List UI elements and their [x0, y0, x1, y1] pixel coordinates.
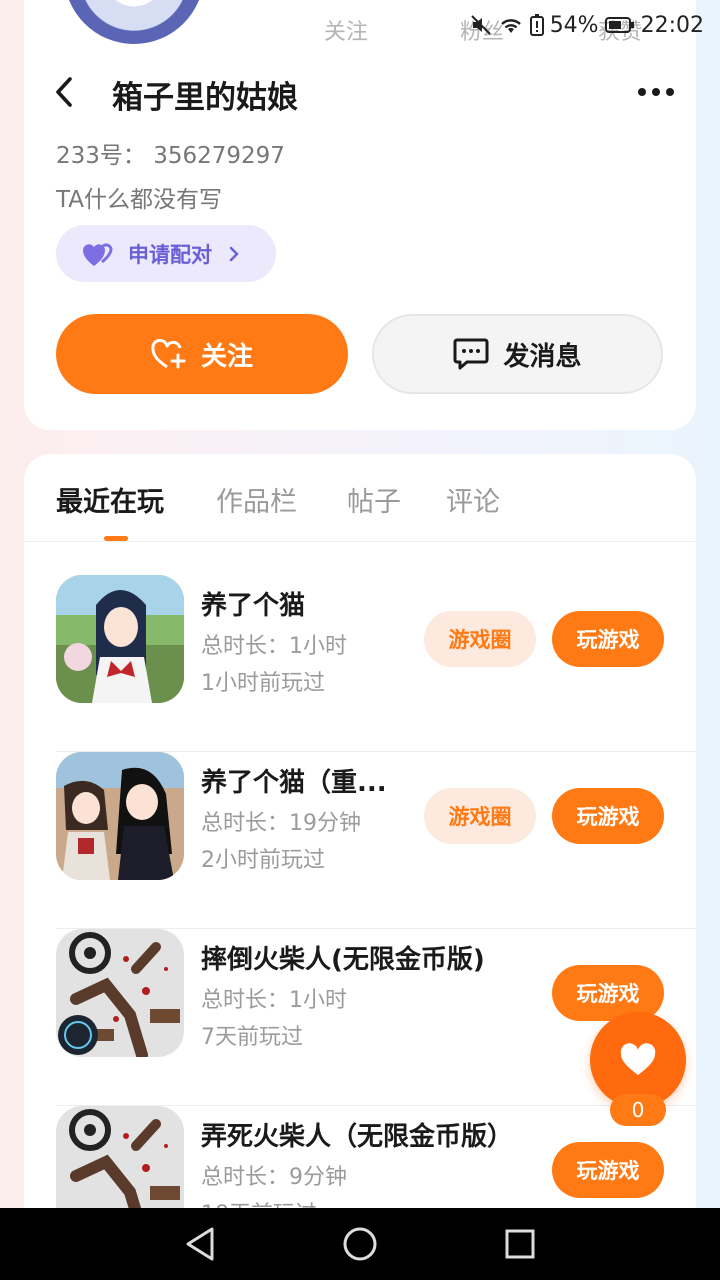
send-message-button[interactable]: 发消息: [372, 314, 663, 394]
tab-comments[interactable]: 评论: [446, 480, 500, 519]
system-nav-bar: [0, 1208, 720, 1280]
game-icon[interactable]: [56, 575, 184, 703]
game-duration: 总时长：1小时: [201, 634, 347, 659]
send-message-label: 发消息: [503, 341, 582, 372]
game-last-played: 1小时前玩过: [201, 671, 325, 696]
clock: 22:02: [640, 12, 704, 38]
heart-plus-icon: [151, 338, 186, 369]
game-last-played: 7天前玩过: [201, 1025, 303, 1050]
game-last-played: 2小时前玩过: [201, 848, 325, 873]
game-duration: 总时长：19分钟: [201, 811, 361, 836]
battery-icon: [604, 16, 635, 34]
battery-level: 54%: [549, 12, 599, 38]
account-id: 233号： 356279297: [56, 143, 285, 169]
like-count-badge: 0: [610, 1094, 666, 1126]
back-button[interactable]: [50, 76, 78, 108]
play-game-button[interactable]: 玩游戏: [552, 788, 664, 844]
heart-icon: [620, 1043, 656, 1075]
game-icon[interactable]: [56, 752, 184, 880]
game-list-item[interactable]: 摔倒火柴人(无限金币版) 总时长：1小时 7天前玩过 玩游戏: [56, 929, 696, 1106]
chevron-left-icon: [56, 77, 72, 107]
game-title: 摔倒火柴人(无限金币版): [201, 945, 485, 975]
game-list-item[interactable]: 养了个猫 总时长：1小时 1小时前玩过 游戏圈 玩游戏: [56, 575, 696, 752]
apply-pair-label: 申请配对: [128, 242, 212, 267]
apply-pair-button[interactable]: 申请配对: [56, 225, 276, 282]
chat-bubble-icon: [453, 338, 489, 370]
follow-label: 关注: [200, 341, 253, 372]
user-bio: TA什么都没有写: [56, 187, 222, 213]
tab-works[interactable]: 作品栏: [216, 480, 297, 519]
content-card: 最近在玩 作品栏 帖子 评论 养了个猫 总时长：1小时 1小时前玩过 游戏圈 玩…: [24, 454, 696, 1254]
more-dots-icon: [638, 88, 674, 96]
nav-home-button[interactable]: [330, 1214, 390, 1274]
tab-posts[interactable]: 帖子: [347, 480, 401, 519]
page-title: 箱子里的姑娘: [112, 80, 298, 116]
square-recents-icon: [505, 1229, 535, 1259]
game-duration: 总时长：9分钟: [201, 1165, 347, 1190]
tab-bar: 最近在玩 作品栏 帖子 评论: [24, 454, 696, 542]
chevron-right-icon: [229, 246, 239, 261]
more-button[interactable]: [636, 84, 676, 100]
nav-recents-button[interactable]: [490, 1214, 550, 1274]
tab-recently-played[interactable]: 最近在玩: [56, 480, 164, 519]
tab-indicator: [104, 536, 128, 541]
wifi-icon: [498, 15, 524, 35]
circle-home-icon: [343, 1227, 377, 1261]
game-title: 养了个猫: [201, 591, 306, 621]
game-icon[interactable]: [56, 929, 184, 1057]
play-game-button[interactable]: 玩游戏: [552, 1142, 664, 1198]
status-bar: 54% 22:02: [0, 0, 720, 50]
mute-icon: [470, 14, 492, 36]
game-circle-button[interactable]: 游戏圈: [424, 611, 536, 667]
nav-back-button[interactable]: [170, 1214, 230, 1274]
game-circle-button[interactable]: 游戏圈: [424, 788, 536, 844]
game-duration: 总时长：1小时: [201, 988, 347, 1013]
play-game-button[interactable]: 玩游戏: [552, 611, 664, 667]
game-title: 养了个猫（重...: [201, 768, 387, 798]
battery-alert-icon: [529, 14, 544, 36]
game-title: 弄死火柴人（无限金币版）: [201, 1122, 514, 1152]
follow-button[interactable]: 关注: [56, 314, 348, 394]
triangle-back-icon: [186, 1227, 214, 1261]
double-heart-icon: [83, 242, 113, 266]
game-list-item[interactable]: 养了个猫（重... 总时长：19分钟 2小时前玩过 游戏圈 玩游戏: [56, 752, 696, 929]
